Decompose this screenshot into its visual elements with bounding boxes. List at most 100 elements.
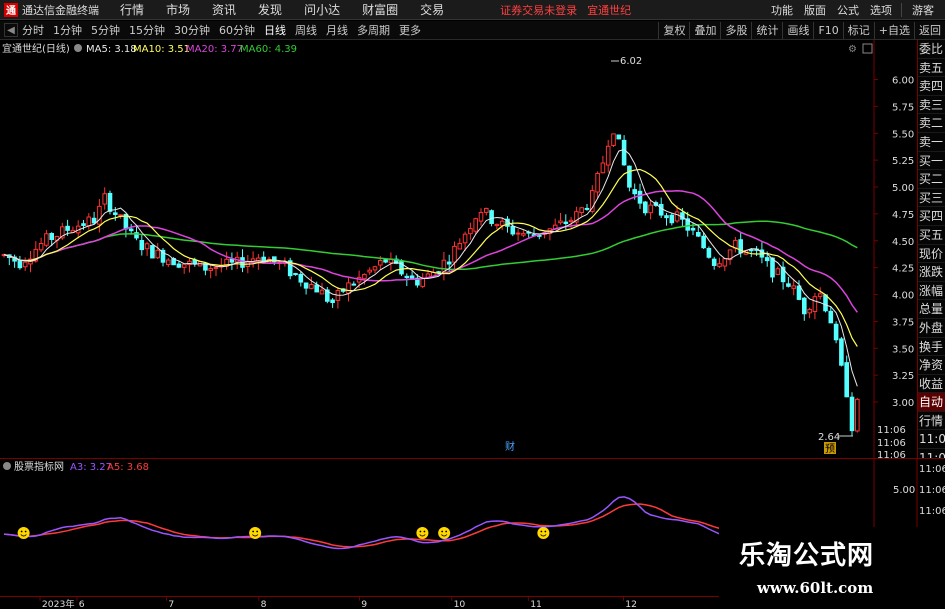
menu-wealth[interactable]: 财富圈 <box>362 1 398 18</box>
chart-settings-icon[interactable]: ⚙ <box>848 44 857 55</box>
quote-bid2[interactable]: 买二 <box>918 170 945 189</box>
period-daily[interactable]: 日线 <box>264 22 286 38</box>
quote-bid1[interactable]: 买一 <box>918 152 945 171</box>
finance-event-marker[interactable]: 财 <box>505 440 515 453</box>
quote-market[interactable]: 行情 <box>918 412 945 431</box>
quote-ask1[interactable]: 卖一 <box>918 133 945 152</box>
quote-ask2[interactable]: 卖二 <box>918 114 945 133</box>
candle-down <box>563 221 569 225</box>
candle-down <box>229 258 235 263</box>
guest-login[interactable]: 游客 <box>912 2 934 18</box>
quote-bid5[interactable]: 买五 <box>918 226 945 245</box>
candle-down <box>706 247 712 258</box>
period-1min[interactable]: 1分钟 <box>53 22 82 38</box>
candle-down <box>839 338 844 366</box>
candle-down <box>658 203 664 216</box>
period-30min[interactable]: 30分钟 <box>174 22 210 38</box>
candle-up <box>22 261 28 268</box>
menu-quotes[interactable]: 行情 <box>120 1 144 18</box>
settings-icon[interactable] <box>74 44 82 52</box>
candle-down <box>711 258 717 266</box>
candle-up <box>521 233 526 236</box>
candle-up <box>38 242 44 251</box>
quote-ask5[interactable]: 卖五 <box>918 59 945 78</box>
nav-left-icon[interactable]: ◀ <box>4 23 18 37</box>
tool-back[interactable]: 返回 <box>914 22 945 39</box>
indicator-side-tick: 11:06 <box>919 464 945 475</box>
candle-up <box>775 268 781 275</box>
menu-news[interactable]: 资讯 <box>212 1 236 18</box>
quote-net-assets[interactable]: 净资 <box>918 356 945 375</box>
candle-down <box>404 275 410 279</box>
menu-formula[interactable]: 公式 <box>837 2 859 18</box>
quote-bid3[interactable]: 买三 <box>918 189 945 208</box>
forecast-event-marker[interactable]: 预 <box>825 443 835 455</box>
candle-up <box>791 285 797 289</box>
quote-outer-vol[interactable]: 外盘 <box>918 319 945 338</box>
period-60min[interactable]: 60分钟 <box>219 22 255 38</box>
period-toolbar: ◀ 分时 1分钟 5分钟 15分钟 30分钟 60分钟 日线 周线 月线 多周期… <box>0 21 945 40</box>
period-15min[interactable]: 15分钟 <box>129 22 165 38</box>
candle-down <box>383 259 388 263</box>
ma10-legend: MA10: 3.51 <box>133 44 190 55</box>
candle-down <box>849 396 855 432</box>
right-menus: 功能 版面 公式 选项 游客 <box>771 0 945 20</box>
menu-market[interactable]: 市场 <box>166 1 190 18</box>
quote-price[interactable]: 现价 <box>918 245 945 264</box>
candle-up <box>611 133 616 146</box>
menu-options[interactable]: 选项 <box>870 2 892 18</box>
high-price-label: 6.02 <box>620 56 642 67</box>
price-tick-label: 4.00 <box>892 291 914 302</box>
menu-layout[interactable]: 版面 <box>804 2 826 18</box>
menu-trade[interactable]: 交易 <box>420 1 444 18</box>
trade-login-notice[interactable]: 证券交易未登录 <box>500 2 577 18</box>
tool-adjust[interactable]: 复权 <box>658 22 689 39</box>
quote-bid4[interactable]: 买四 <box>918 207 945 226</box>
quote-ask3[interactable]: 卖三 <box>918 96 945 115</box>
candle-up <box>473 218 478 232</box>
period-timeshare[interactable]: 分时 <box>22 22 44 38</box>
period-multi[interactable]: 多周期 <box>357 22 390 38</box>
tool-f10[interactable]: F10 <box>813 22 842 39</box>
quote-earnings[interactable]: 收益 <box>918 375 945 394</box>
app-title: 通达信金融终端 <box>22 3 99 17</box>
period-weekly[interactable]: 周线 <box>295 22 317 38</box>
date-label: 8 <box>261 599 267 609</box>
quote-volume[interactable]: 总量 <box>918 300 945 319</box>
indicator-settings-icon[interactable] <box>3 462 11 470</box>
candle-down <box>616 134 622 140</box>
quote-change-pct[interactable]: 涨幅 <box>918 282 945 301</box>
tool-overlay[interactable]: 叠加 <box>689 22 720 39</box>
candle-up <box>817 293 823 297</box>
kline-chart[interactable]: 6.00 5.75 5.50 5.25 5.00 4.75 4.50 4.25 4.00 3.75… <box>0 40 945 458</box>
quote-auto[interactable]: 自动 <box>918 393 945 412</box>
quote-change[interactable]: 涨跌 <box>918 263 945 282</box>
candle-up <box>600 162 606 174</box>
period-5min[interactable]: 5分钟 <box>91 22 120 38</box>
menu-ask[interactable]: 问小达 <box>304 1 340 18</box>
price-tick-label: 6.00 <box>892 76 914 87</box>
quote-turnover[interactable]: 换手 <box>918 338 945 357</box>
menu-discover[interactable]: 发现 <box>258 1 282 18</box>
candle-up <box>181 263 187 268</box>
candle-down <box>49 233 55 240</box>
quote-entrust-ratio[interactable]: 委比 <box>918 40 945 59</box>
menu-function[interactable]: 功能 <box>771 2 793 18</box>
menu-bar: 通 通达信金融终端 行情 市场 资讯 发现 问小达 财富圈 交易 证券交易未登录… <box>0 0 945 20</box>
price-tick-label: 3.50 <box>892 344 914 355</box>
watermark-title: 乐淘公式网 <box>739 541 875 571</box>
tool-draw[interactable]: 画线 <box>782 22 813 39</box>
candle-down <box>828 310 834 324</box>
candle-up <box>309 283 314 289</box>
tool-add-watchlist[interactable]: +自选 <box>873 22 914 39</box>
tool-stats[interactable]: 统计 <box>751 22 782 39</box>
candle-up <box>855 398 860 432</box>
tool-multi-stock[interactable]: 多股 <box>720 22 751 39</box>
candle-up <box>319 289 325 295</box>
candle-up <box>144 243 150 250</box>
period-monthly[interactable]: 月线 <box>326 22 348 38</box>
candle-down <box>696 231 701 237</box>
quote-ask4[interactable]: 卖四 <box>918 77 945 96</box>
tool-mark[interactable]: 标记 <box>842 22 874 39</box>
period-more[interactable]: 更多 <box>399 22 421 38</box>
